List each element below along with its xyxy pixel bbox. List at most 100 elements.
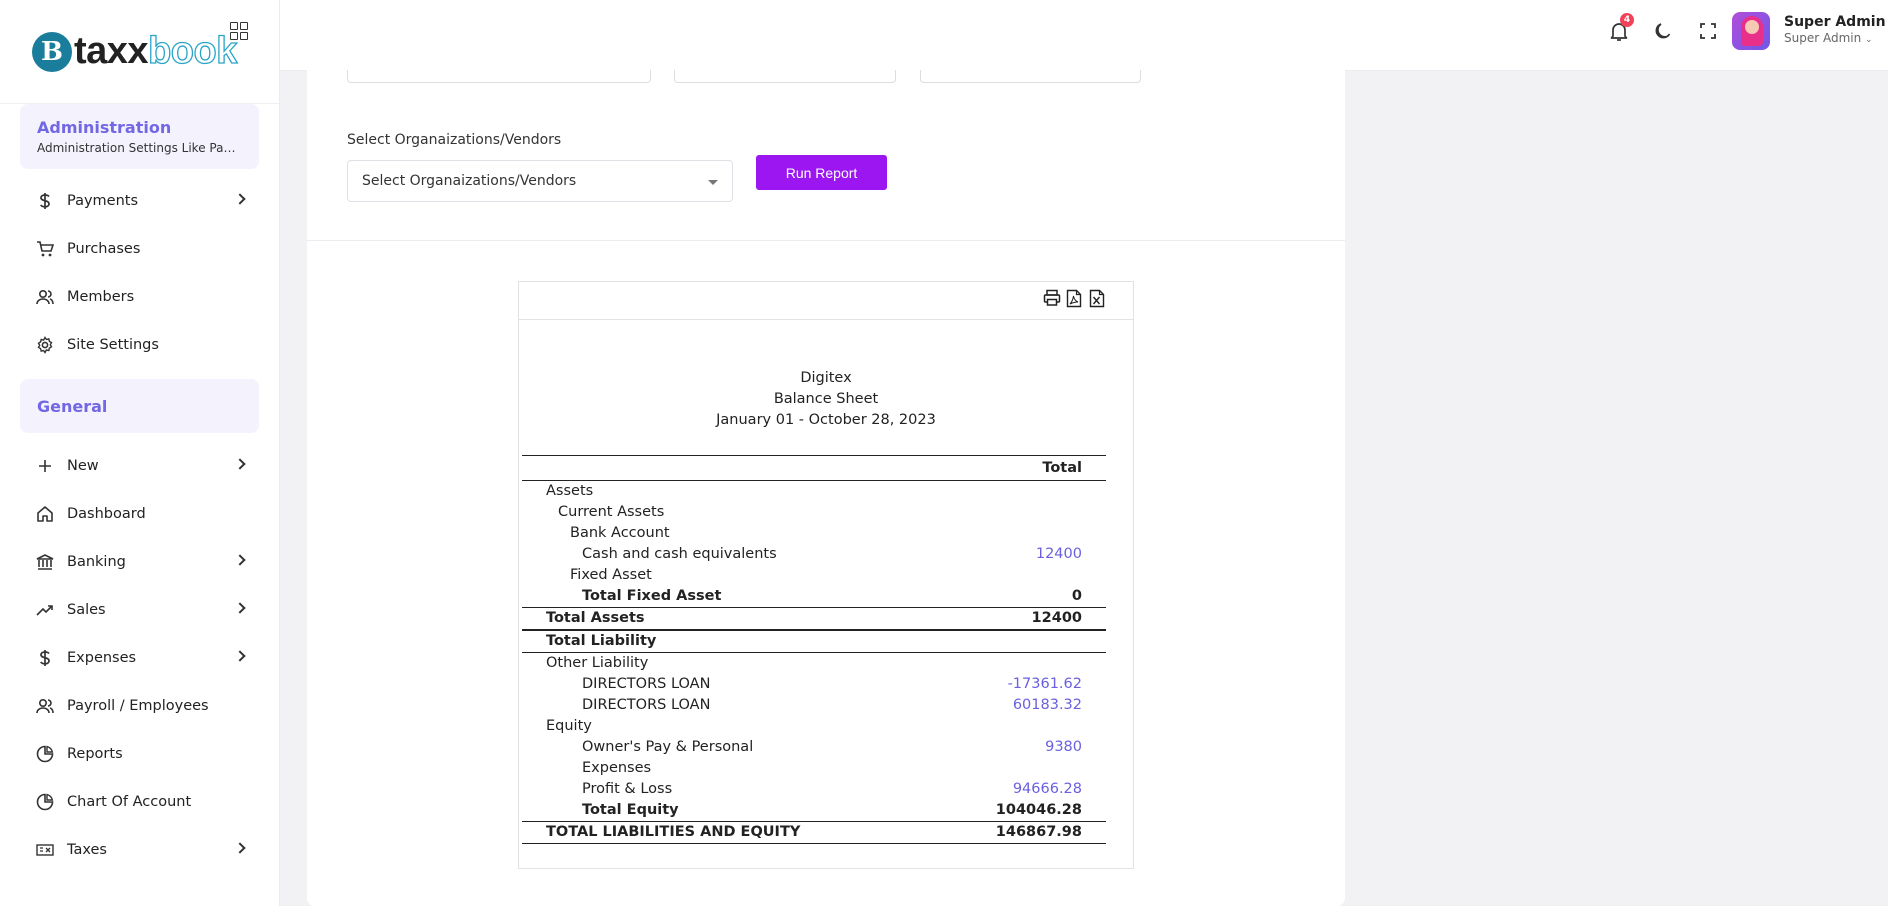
- org-select-value: Select Organaizations/Vendors: [362, 173, 577, 189]
- table-row: Cash and cash equivalents 12400: [522, 544, 1106, 565]
- sidebar-item-dashboard[interactable]: Dashboard: [0, 490, 279, 538]
- dollar-icon: [36, 649, 54, 667]
- sidebar-item-chart-of-account[interactable]: Chart Of Account: [0, 778, 279, 826]
- tax-icon: [36, 841, 54, 859]
- divider: [307, 240, 1345, 241]
- administration-subtitle: Administration Settings Like Payments, P…: [37, 141, 242, 155]
- amount-link[interactable]: -17361.62: [1008, 674, 1082, 695]
- total-column-header: Total: [1042, 460, 1082, 476]
- user-name: Super Admin: [1784, 14, 1886, 30]
- apps-grid-icon[interactable]: [230, 22, 248, 40]
- caret-down-icon: [708, 180, 718, 185]
- period-select[interactable]: [920, 70, 1141, 83]
- org-filter-label: Select Organaizations/Vendors: [347, 132, 562, 148]
- org-select[interactable]: Select Organaizations/Vendors: [347, 160, 733, 202]
- sidebar-item-label: Dashboard: [67, 506, 146, 522]
- home-icon: [36, 505, 54, 523]
- sidebar: B taxxbook Administration Administration…: [0, 0, 280, 906]
- table-row: Fixed Asset: [570, 567, 652, 583]
- amount-link[interactable]: 60183.32: [1013, 695, 1082, 716]
- users-icon: [36, 697, 54, 715]
- amount-link[interactable]: 94666.28: [1013, 779, 1082, 800]
- administration-title: Administration: [37, 118, 172, 137]
- sidebar-item-members[interactable]: Members: [0, 273, 279, 321]
- administration-section[interactable]: Administration Administration Settings L…: [20, 104, 259, 169]
- brand-logo[interactable]: B taxxbook: [0, 0, 279, 104]
- sidebar-item-label: Purchases: [67, 241, 141, 257]
- pie-icon: [36, 745, 54, 763]
- trend-icon: [36, 601, 54, 619]
- sidebar-item-new[interactable]: New: [0, 442, 279, 490]
- users-icon: [36, 288, 54, 306]
- sidebar-item-label: Sales: [67, 602, 106, 618]
- sidebar-item-site-settings[interactable]: Site Settings: [0, 321, 279, 369]
- fullscreen-icon[interactable]: [1696, 19, 1720, 43]
- pdf-icon[interactable]: [1066, 289, 1084, 309]
- company-name: Digitex: [800, 370, 852, 386]
- report-toolbar: [519, 282, 1133, 320]
- table-row: Assets: [546, 483, 594, 499]
- notification-badge: 4: [1620, 13, 1634, 27]
- sidebar-item-reports[interactable]: Reports: [0, 730, 279, 778]
- dollar-icon: [36, 192, 54, 210]
- bank-icon: [36, 553, 54, 571]
- print-icon[interactable]: [1043, 289, 1061, 309]
- topbar: [280, 0, 1888, 71]
- chevron-right-icon: [234, 554, 246, 566]
- table-row: Total Equity 104046.28: [582, 802, 1082, 818]
- amount-link[interactable]: 12400: [1036, 544, 1082, 565]
- excel-icon[interactable]: [1089, 289, 1107, 309]
- table-row: Current Assets: [558, 504, 665, 520]
- table-row: Total Liability: [546, 633, 657, 649]
- sidebar-item-label: Expenses: [67, 650, 137, 666]
- report-title: Balance Sheet: [773, 391, 879, 407]
- table-row: Total Fixed Asset 0: [582, 588, 1082, 604]
- sidebar-item-banking[interactable]: Banking: [0, 538, 279, 586]
- sidebar-item-purchases[interactable]: Purchases: [0, 225, 279, 273]
- pie-icon: [36, 793, 54, 811]
- table-row: Profit & Loss 94666.28: [522, 779, 1106, 800]
- table-row: Total Assets 12400: [546, 610, 1082, 626]
- sidebar-item-label: Members: [67, 289, 135, 305]
- table-row: Equity: [546, 718, 592, 734]
- rule: [522, 843, 1106, 844]
- avatar[interactable]: [1732, 12, 1770, 50]
- table-row: Expenses: [582, 760, 652, 776]
- table-row: DIRECTORS LOAN -17361.62: [522, 674, 1106, 695]
- general-section[interactable]: General: [20, 379, 259, 433]
- table-row: TOTAL LIABILITIES AND EQUITY 146867.98: [546, 824, 1082, 840]
- sidebar-item-label: Payments: [67, 193, 139, 209]
- date-from-input[interactable]: [347, 70, 651, 83]
- sidebar-item-payroll[interactable]: Payroll / Employees: [0, 682, 279, 730]
- user-role-dropdown[interactable]: Super Admin ⌄: [1784, 31, 1873, 45]
- chevron-right-icon: [234, 602, 246, 614]
- table-row: Bank Account: [570, 525, 670, 541]
- chevron-right-icon: [234, 193, 246, 205]
- balance-sheet-report: Digitex Balance Sheet January 01 - Octob…: [518, 281, 1134, 869]
- report-header: Digitex Balance Sheet January 01 - Octob…: [519, 368, 1133, 431]
- sidebar-item-sales[interactable]: Sales: [0, 586, 279, 634]
- run-report-button[interactable]: Run Report: [756, 155, 887, 190]
- table-row: Other Liability: [546, 655, 649, 671]
- sidebar-item-label: Taxes: [67, 842, 107, 858]
- logo-mark: B: [32, 31, 72, 72]
- chevron-right-icon: [234, 650, 246, 662]
- sidebar-item-label: Chart Of Account: [67, 794, 192, 810]
- sidebar-item-expenses[interactable]: Expenses: [0, 634, 279, 682]
- sidebar-item-label: New: [67, 458, 99, 474]
- sidebar-item-label: Reports: [67, 746, 123, 762]
- plus-icon: [36, 457, 54, 475]
- balance-sheet-table: Total Assets Current Assets Bank Account…: [522, 455, 1106, 844]
- moon-icon[interactable]: [1651, 19, 1675, 43]
- chevron-right-icon: [234, 458, 246, 470]
- chevron-right-icon: [234, 842, 246, 854]
- sidebar-item-payments[interactable]: Payments: [0, 177, 279, 225]
- sidebar-item-label: Banking: [67, 554, 126, 570]
- sidebar-item-label: Site Settings: [67, 337, 159, 353]
- report-panel: Select Organaizations/Vendors Select Org…: [307, 70, 1345, 906]
- table-header: Total: [522, 456, 1106, 480]
- sidebar-item-taxes[interactable]: Taxes: [0, 826, 279, 874]
- date-to-input[interactable]: [674, 70, 896, 83]
- amount-link[interactable]: 9380: [1045, 737, 1082, 758]
- report-period: January 01 - October 28, 2023: [716, 412, 936, 428]
